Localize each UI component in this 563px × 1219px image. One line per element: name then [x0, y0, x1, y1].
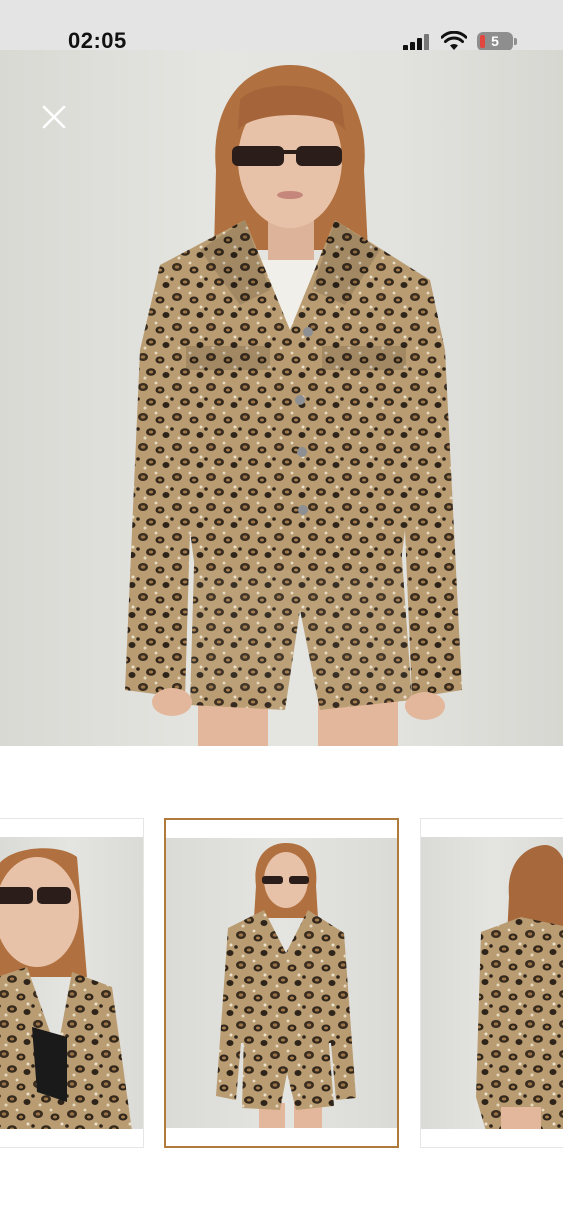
thumbnail-photo — [0, 837, 143, 1129]
status-bar: 02:05 5 — [0, 0, 563, 53]
main-product-image[interactable] — [0, 50, 563, 746]
model-photo — [125, 65, 462, 746]
thumbnail-strip — [0, 818, 563, 1150]
battery-icon: 5 — [477, 32, 513, 51]
cellular-signal-icon — [403, 33, 431, 51]
thumbnail-photo — [166, 838, 397, 1128]
battery-level-text: 5 — [491, 33, 499, 49]
close-icon[interactable] — [36, 99, 72, 135]
thumbnail-3[interactable] — [420, 818, 563, 1148]
thumbnail-1[interactable] — [0, 818, 144, 1148]
battery-tip — [514, 38, 517, 45]
thumbnail-2[interactable] — [164, 818, 399, 1148]
thumbnail-photo — [421, 837, 563, 1129]
wifi-icon — [441, 31, 467, 50]
